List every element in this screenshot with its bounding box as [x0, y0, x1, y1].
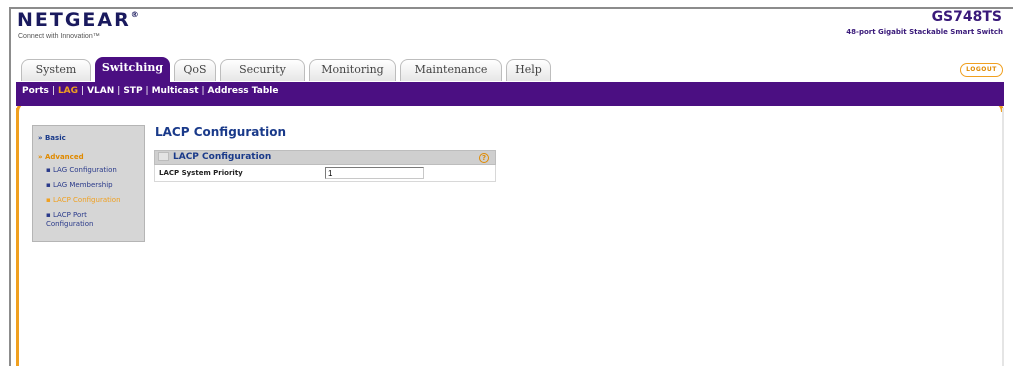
subnav-separator: |	[81, 86, 85, 96]
tab-switching[interactable]: Switching	[95, 57, 170, 82]
collapse-toggle-icon[interactable]	[158, 152, 169, 161]
tab-security[interactable]: Security	[220, 59, 305, 81]
sidemenu-lag-configuration[interactable]: ▪ LAG Configuration	[38, 166, 144, 174]
bullet-icon: ▪	[46, 181, 53, 189]
help-icon[interactable]: ?	[479, 153, 489, 163]
left-border	[16, 108, 19, 366]
lacp-system-priority-label: LACP System Priority	[159, 169, 243, 177]
netgear-logo: NETGEAR®	[17, 9, 139, 31]
sub-navigation: Ports | LAG | VLAN | STP | Multicast | Address Tab…	[16, 82, 1004, 100]
subnav-stp[interactable]: STP	[123, 86, 142, 96]
subnav-ports[interactable]: Ports	[22, 86, 49, 96]
lacp-system-priority-row: LACP System Priority	[154, 165, 496, 182]
sidemenu-advanced[interactable]: » Advanced	[38, 153, 144, 161]
bullet-icon: »	[38, 153, 45, 161]
tab-monitoring[interactable]: Monitoring	[309, 59, 396, 81]
model-description: 48-port Gigabit Stackable Smart Switch	[846, 28, 1003, 36]
subnav-separator: |	[51, 86, 55, 96]
tab-qos[interactable]: QoS	[174, 59, 216, 81]
logout-button[interactable]: LOGOUT	[960, 63, 1003, 77]
subnav-address-table[interactable]: Address Table	[208, 86, 279, 96]
sidemenu-lacp-port-configuration[interactable]: ▪ LACP Port Configuration	[38, 211, 134, 229]
bullet-icon: »	[38, 134, 45, 142]
sidemenu-basic[interactable]: » Basic	[38, 134, 144, 142]
lacp-system-priority-input[interactable]	[325, 167, 424, 179]
tab-help[interactable]: Help	[506, 59, 551, 81]
model-name: GS748TS	[931, 9, 1002, 25]
bullet-icon: ▪	[46, 196, 53, 204]
subnav-separator: |	[145, 86, 149, 96]
subnav-multicast[interactable]: Multicast	[152, 86, 199, 96]
subnav-vlan[interactable]: VLAN	[87, 86, 114, 96]
subnav-separator: |	[117, 86, 121, 96]
bullet-icon: ▪	[46, 166, 53, 174]
subnav-separator: |	[201, 86, 205, 96]
sidemenu-lag-membership[interactable]: ▪ LAG Membership	[38, 181, 144, 189]
tagline: Connect with Innovation™	[18, 33, 100, 40]
page-title: LACP Configuration	[155, 125, 286, 139]
right-border	[1002, 108, 1004, 366]
tab-system[interactable]: System	[21, 59, 91, 81]
lacp-config-panel: LACP Configuration ? LACP System Priorit…	[154, 150, 496, 190]
side-menu: » Basic » Advanced ▪ LAG Configuration ▪…	[32, 125, 145, 242]
bullet-icon: ▪	[46, 211, 53, 219]
sidemenu-lacp-configuration[interactable]: ▪ LACP Configuration	[38, 196, 144, 204]
content-divider-fill	[16, 100, 1004, 106]
tab-maintenance[interactable]: Maintenance	[400, 59, 502, 81]
panel-title: LACP Configuration	[173, 152, 272, 162]
panel-header: LACP Configuration ?	[154, 150, 496, 165]
subnav-lag[interactable]: LAG	[58, 86, 78, 96]
